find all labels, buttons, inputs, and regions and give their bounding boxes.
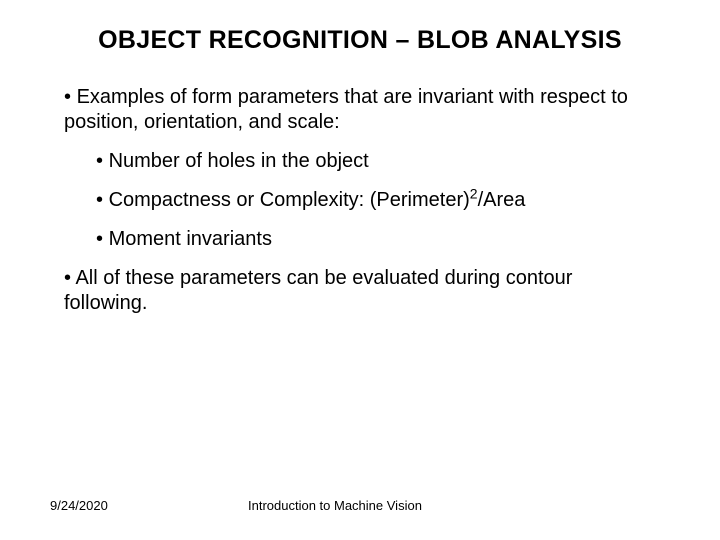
compactness-text-post: /Area	[478, 189, 526, 211]
bullet-evaluated: All of these parameters can be evaluated…	[64, 266, 656, 316]
bullet-marker: •	[96, 189, 109, 211]
footer: 9/24/2020 Introduction to Machine Vision	[0, 498, 720, 518]
footer-title: Introduction to Machine Vision	[248, 498, 422, 513]
compactness-superscript: 2	[470, 185, 478, 201]
compactness-text-pre: Compactness or Complexity: (Perimeter)	[109, 189, 470, 211]
slide: OBJECT RECOGNITION – BLOB ANALYSIS Examp…	[0, 0, 720, 540]
bullet-compactness: • Compactness or Complexity: (Perimeter)…	[96, 188, 656, 213]
bullet-holes: Number of holes in the object	[96, 149, 656, 174]
footer-date: 9/24/2020	[50, 498, 108, 513]
bullet-moment: Moment invariants	[96, 227, 656, 252]
slide-title: OBJECT RECOGNITION – BLOB ANALYSIS	[80, 26, 640, 55]
bullet-examples: Examples of form parameters that are inv…	[64, 85, 656, 135]
